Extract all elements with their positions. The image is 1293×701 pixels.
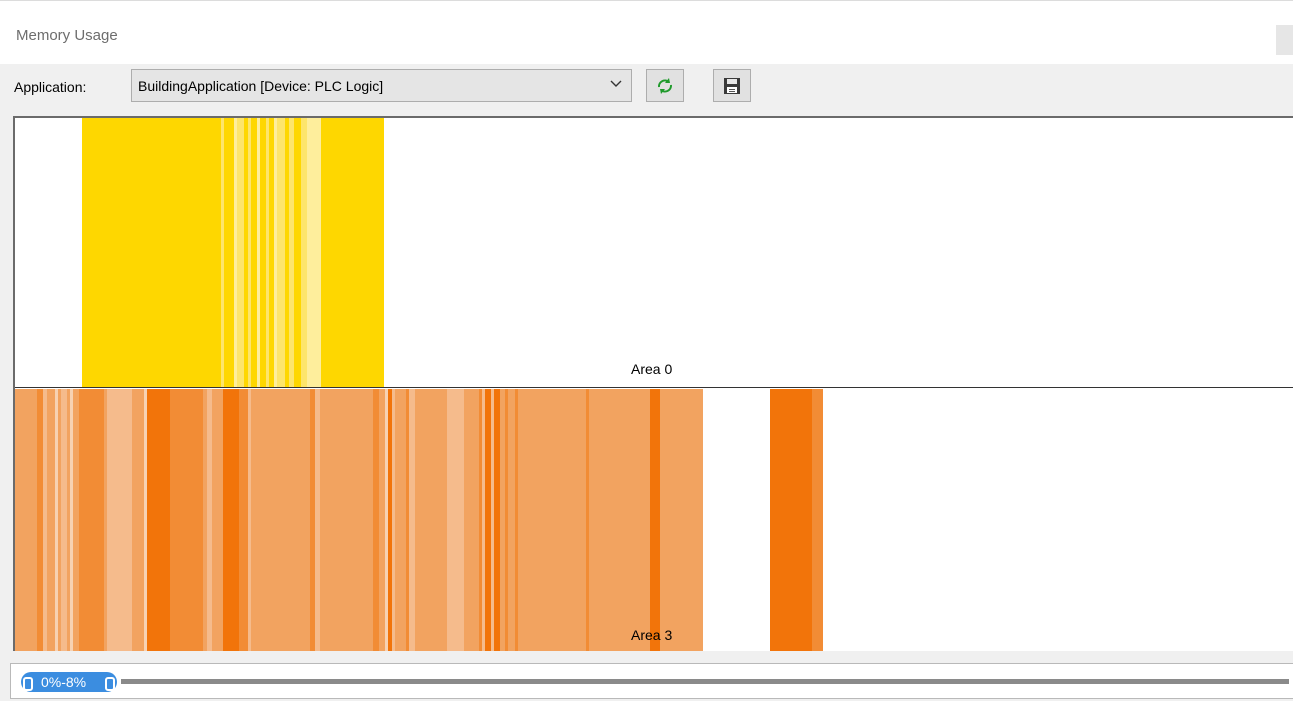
- memory-block: [812, 389, 823, 651]
- memory-block: [447, 389, 464, 651]
- memory-block: [170, 389, 203, 651]
- range-label: 0%-8%: [41, 674, 87, 690]
- memory-block: [237, 118, 244, 387]
- memory-block: [147, 389, 170, 651]
- memory-block: [15, 389, 37, 651]
- memory-usage-chart: Area 0 Area 3: [13, 116, 1293, 651]
- memory-block: [307, 118, 321, 387]
- save-icon: [724, 77, 740, 94]
- scrollbar-thumb[interactable]: 0%-8%: [21, 672, 117, 692]
- memory-block: [415, 389, 447, 651]
- memory-block: [464, 389, 479, 651]
- panel-title: Memory Usage: [16, 27, 118, 44]
- memory-block: [321, 118, 384, 387]
- memory-block: [82, 118, 221, 387]
- refresh-icon: [658, 77, 672, 94]
- memory-block: [107, 389, 132, 651]
- memory-block: [224, 118, 234, 387]
- memory-block: [212, 389, 223, 651]
- memory-area-0: Area 0: [15, 118, 1293, 388]
- application-select-value: BuildingApplication [Device: PLC Logic]: [138, 78, 384, 94]
- chevron-down-icon: [610, 80, 622, 87]
- memory-block: [294, 118, 301, 387]
- refresh-button[interactable]: [646, 69, 684, 102]
- memory-area-3: Area 3: [15, 389, 1293, 651]
- scrollbar-track[interactable]: [121, 679, 1289, 684]
- memory-block: [79, 389, 104, 651]
- thumb-right-handle[interactable]: [105, 677, 115, 691]
- memory-block: [660, 389, 703, 651]
- memory-block: [47, 389, 55, 651]
- memory-block: [589, 389, 650, 651]
- panel-header: Memory Usage: [0, 0, 1293, 64]
- memory-block: [277, 118, 285, 387]
- application-select[interactable]: BuildingApplication [Device: PLC Logic]: [131, 69, 632, 102]
- memory-block: [223, 389, 239, 651]
- area-3-label: Area 3: [631, 627, 673, 643]
- range-scrollbar[interactable]: 0%-8%: [10, 663, 1293, 699]
- memory-block: [251, 389, 258, 651]
- memory-block: [132, 389, 144, 651]
- memory-block: [239, 389, 248, 651]
- area-0-label: Area 0: [631, 361, 673, 377]
- memory-block: [508, 389, 515, 651]
- panel-close-button[interactable]: [1276, 25, 1293, 55]
- memory-block: [650, 389, 660, 651]
- memory-block: [518, 389, 586, 651]
- memory-block: [320, 389, 373, 651]
- thumb-left-handle[interactable]: [23, 677, 33, 691]
- memory-block: [258, 389, 310, 651]
- application-label: Application:: [14, 79, 87, 95]
- memory-block: [395, 389, 406, 651]
- memory-block: [770, 389, 812, 651]
- save-button[interactable]: [713, 69, 751, 102]
